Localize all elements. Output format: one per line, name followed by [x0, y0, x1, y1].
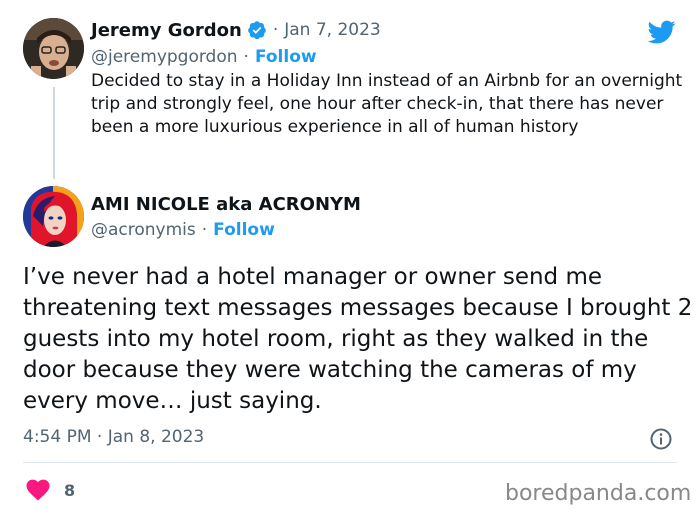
separator-dot: · [201, 220, 208, 240]
heart-icon [26, 479, 50, 501]
reply-timestamp[interactable]: 4:54 PM · Jan 8, 2023 [23, 427, 204, 447]
avatar-jeremy-gordon[interactable] [23, 18, 84, 79]
like-button[interactable]: 8 [26, 479, 75, 501]
original-date[interactable]: Jan 7, 2023 [284, 20, 381, 40]
avatar-image [23, 186, 84, 247]
original-handle[interactable]: @jeremypgordon [91, 47, 238, 67]
info-icon[interactable] [649, 427, 673, 451]
thread-connector-line [53, 87, 55, 179]
original-tweet-text: Decided to stay in a Holiday Inn instead… [91, 71, 683, 137]
reply-author-name[interactable]: AMI NICOLE aka ACRONYM [91, 194, 361, 215]
reply-author-row: AMI NICOLE aka ACRONYM [91, 192, 361, 216]
original-author-row: Jeremy Gordon · Jan 7, 2023 [91, 18, 381, 42]
twitter-bird-icon [647, 20, 676, 44]
verified-badge-icon [248, 21, 266, 40]
like-count: 8 [64, 480, 76, 500]
reply-handle-row: @acronymis · Follow [91, 218, 275, 242]
separator-dot: · [272, 20, 279, 40]
avatar-image [23, 18, 84, 79]
follow-button-reply[interactable]: Follow [213, 220, 275, 240]
reply-tweet-text: I’ve never had a hotel manager or owner … [23, 264, 693, 414]
watermark: boredpanda.com [505, 481, 692, 506]
original-author-name[interactable]: Jeremy Gordon [91, 20, 242, 41]
separator-dot: · [243, 47, 249, 67]
original-handle-row: @jeremypgordon · Follow [91, 45, 317, 69]
divider [23, 462, 677, 463]
follow-button-original[interactable]: Follow [255, 47, 317, 67]
reply-handle[interactable]: @acronymis [91, 220, 196, 240]
avatar-ami-nicole[interactable] [23, 186, 84, 247]
